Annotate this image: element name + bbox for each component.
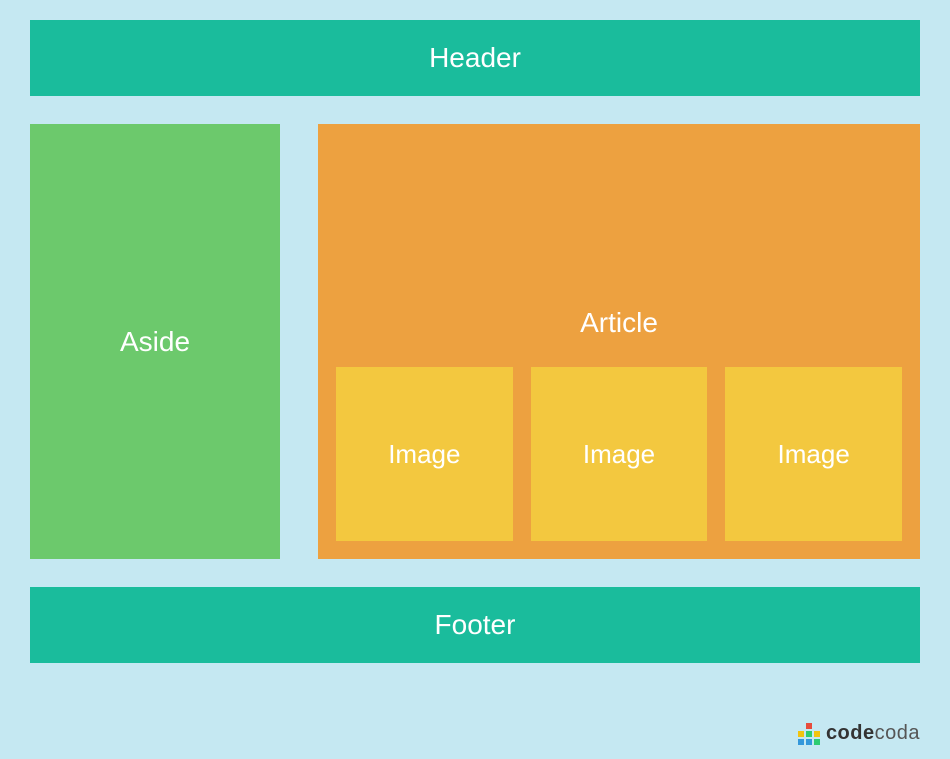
header-label: Header [429,42,521,73]
aside-label: Aside [120,326,190,358]
brand-name-bold: code [826,722,875,744]
brand-logo-icon [798,723,820,745]
article-label: Article [580,307,658,339]
footer-label: Footer [435,609,516,640]
image-box: Image [531,367,708,541]
brand-text: codecoda [826,722,920,745]
middle-row: Aside Article Image Image Image [30,124,920,559]
image-label: Image [388,439,460,470]
article-region: Article Image Image Image [318,124,920,559]
header-region: Header [30,20,920,96]
footer-region: Footer [30,587,920,663]
image-row: Image Image Image [336,367,902,541]
image-box: Image [725,367,902,541]
brand-name-light: coda [875,722,920,744]
aside-region: Aside [30,124,280,559]
image-label: Image [583,439,655,470]
image-box: Image [336,367,513,541]
brand: codecoda [798,722,920,745]
image-label: Image [778,439,850,470]
